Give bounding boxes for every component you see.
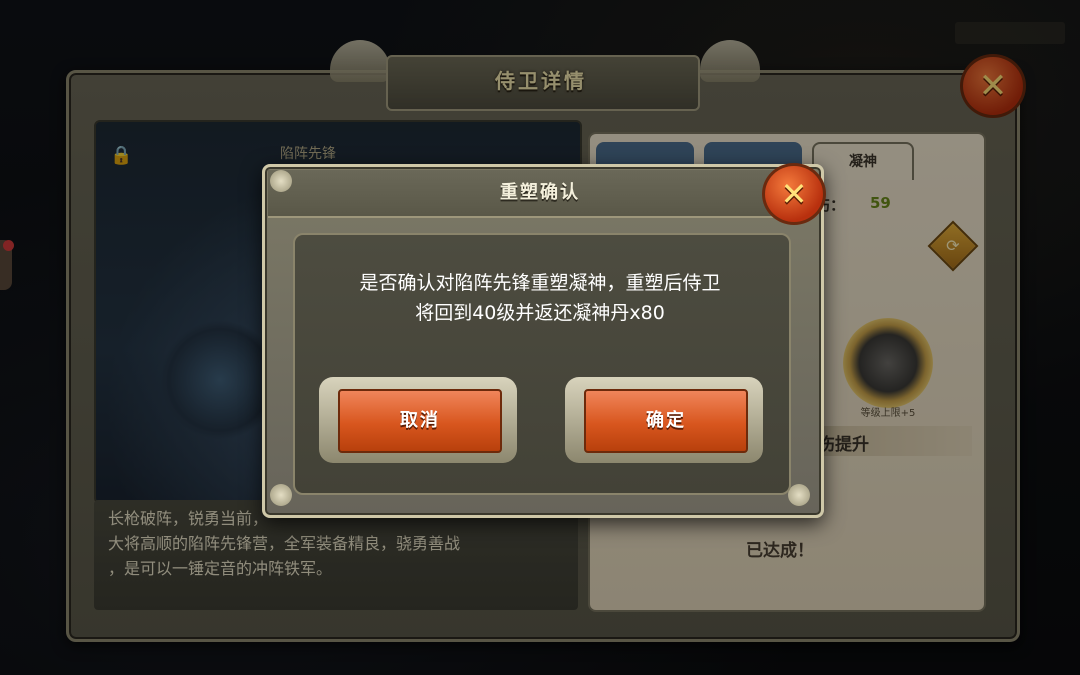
dialog-message-line: 将回到40级并返还凝神丹x80 xyxy=(415,302,665,324)
corner-ornament-icon xyxy=(788,484,810,506)
dialog-message-line: 是否确认对陷阵先锋重塑凝神，重塑后侍卫 xyxy=(359,272,721,294)
confirm-button[interactable]: 确定 xyxy=(584,389,748,453)
cancel-button[interactable]: 取消 xyxy=(338,389,502,453)
corner-ornament-icon xyxy=(270,484,292,506)
dialog-title: 重塑确认 xyxy=(500,182,580,203)
close-icon[interactable]: ✕ xyxy=(762,163,826,225)
